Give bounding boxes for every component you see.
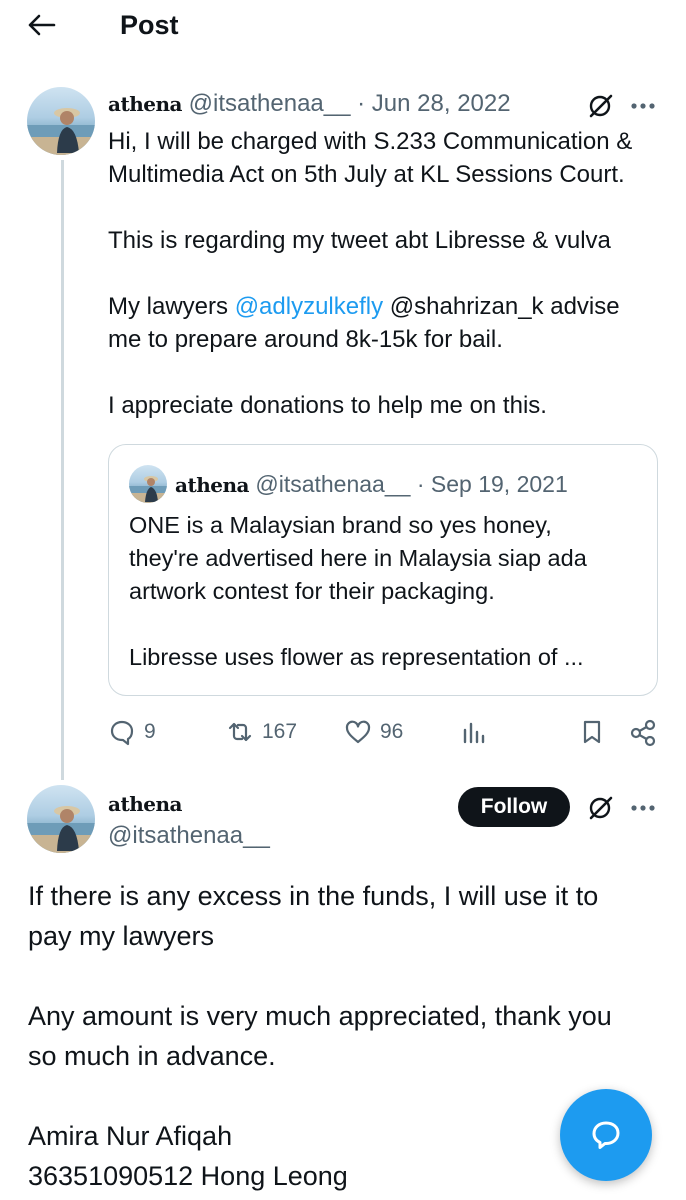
meta-separator: · [416, 471, 425, 497]
more-horizontal-icon [631, 103, 655, 109]
share-icon [630, 719, 656, 747]
post-date[interactable]: Jun 28, 2022 [372, 90, 511, 117]
author-name[interactable]: athena [108, 790, 182, 818]
post-text-line: me to prepare around 8k-15k for bail. [108, 326, 503, 353]
quote-author-handle: @itsathenaa__ [255, 471, 411, 497]
reply-icon [110, 720, 134, 746]
bookmark-icon [583, 720, 601, 744]
grok-button[interactable] [584, 90, 616, 122]
parent-post-meta: athena @itsathenaa__ · Jun 28, 2022 [108, 89, 511, 119]
post-text-line: If there is any excess in the funds, I w… [28, 881, 599, 911]
post-text-line: so much in advance. [28, 1041, 276, 1071]
post-text-line: pay my lawyers [28, 921, 215, 951]
arrow-left-icon [28, 14, 56, 36]
author-handle[interactable]: @itsathenaa__ [108, 821, 270, 851]
back-button[interactable] [18, 8, 64, 42]
post-text-line: Multimedia Act on 5th July at KL Session… [108, 161, 625, 188]
reply-button[interactable]: 9 [108, 718, 156, 746]
repost-icon [228, 722, 252, 742]
more-horizontal-icon [631, 805, 655, 811]
quote-text: ONE is a Malaysian brand so yes honey, t… [129, 509, 644, 674]
like-count: 96 [380, 720, 404, 743]
quote-author-name: athena [175, 473, 249, 497]
chat-bubble-icon [592, 1121, 620, 1149]
grok-icon [589, 94, 613, 118]
follow-button[interactable]: Follow [458, 787, 570, 827]
views-button[interactable] [460, 718, 488, 746]
quote-text-line: Libresse uses flower as representation o… [129, 644, 584, 670]
share-button[interactable] [628, 718, 658, 748]
reply-count: 9 [144, 720, 156, 743]
repost-count: 167 [262, 720, 298, 743]
like-button[interactable]: 96 [344, 718, 403, 746]
grok-button[interactable] [584, 792, 616, 824]
quote-text-line: artwork contest for their packaging. [129, 578, 495, 604]
quoted-post-card[interactable]: athena @itsathenaa__ · Sep 19, 2021 ONE … [108, 444, 658, 696]
quote-meta: athena @itsathenaa__ · Sep 19, 2021 [175, 469, 568, 500]
post-text-line: My lawyers @adlyzulkefly @shahrizan_k ad… [108, 290, 668, 323]
avatar[interactable] [27, 785, 95, 853]
thread-connector-line [61, 160, 64, 780]
quote-date: Sep 19, 2021 [430, 471, 568, 497]
bar-chart-icon [463, 722, 485, 744]
heart-icon [345, 720, 371, 744]
author-handle[interactable]: @itsathenaa__ [189, 90, 351, 117]
quote-avatar [129, 465, 167, 503]
repost-button[interactable]: 167 [226, 718, 297, 746]
post-text-line: Any amount is very much appreciated, tha… [28, 1001, 612, 1031]
quote-text-line: they're advertised here in Malaysia siap… [129, 545, 587, 571]
meta-separator: · [357, 90, 366, 117]
mention-link[interactable]: @adlyzulkefly [235, 293, 383, 320]
page-title: Post [120, 10, 179, 40]
compose-reply-fab[interactable] [560, 1089, 652, 1181]
author-name[interactable]: athena [108, 92, 182, 116]
avatar[interactable] [27, 87, 95, 155]
parent-post-text: Hi, I will be charged with S.233 Communi… [108, 125, 668, 422]
post-text-line: I appreciate donations to help me on thi… [108, 392, 547, 419]
more-options-button[interactable] [626, 92, 660, 120]
avatar-photo [27, 806, 95, 853]
post-text-line: This is regarding my tweet abt Libresse … [108, 227, 611, 254]
post-text-line: Hi, I will be charged with S.233 Communi… [108, 128, 633, 155]
bookmark-button[interactable] [578, 718, 606, 746]
text-segment: @shahrizan_k advise [389, 293, 620, 320]
more-options-button[interactable] [626, 794, 660, 822]
quote-text-line: ONE is a Malaysian brand so yes honey, [129, 512, 552, 538]
grok-icon [589, 796, 613, 820]
text-segment: My lawyers [108, 293, 229, 320]
avatar-photo [129, 476, 167, 503]
avatar-photo [27, 108, 95, 155]
